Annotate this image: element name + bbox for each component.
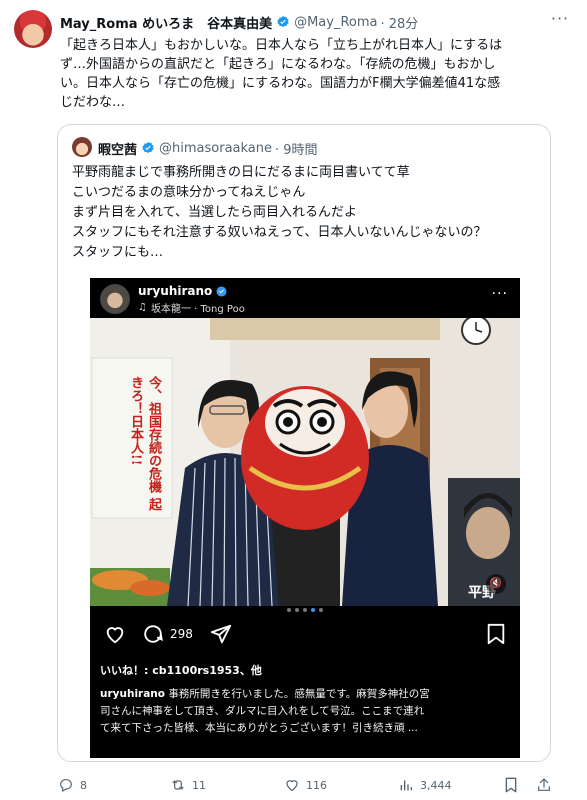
author-handle[interactable]: @May_Roma [294,15,377,30]
repost-button[interactable]: 11 [170,774,206,796]
reply-icon [60,779,72,793]
reply-button[interactable]: 8 [58,774,87,796]
quote-author-avatar[interactable] [72,137,92,157]
ig-caption: uryuhirano 事務所開きを行いました。感無量です。麻賀多神社の宮 司さん… [100,686,510,737]
views-chart-icon [400,780,412,791]
tweet-text-line: 「起きろ日本人」もおかしいな。日本人なら「立ち上がれ日本人」にするは [60,38,503,53]
quote-text: 平野雨龍まじで事務所開きの日にだるまに両目書いてて草 こいつだるまの意味分かって… [72,163,542,263]
ig-likes-text: いいね！: cb1100rs1953、他 [100,664,262,677]
quote-text-line: まず片目を入れて、当選したら両目入れるんだよ [72,205,357,220]
quote-text-line: こいつだるまの意味分かってねえじゃん [72,185,306,200]
author-avatar[interactable] [14,10,52,48]
views-count: 3,444 [420,778,452,792]
tweet-text-line: じだわな… [60,95,126,110]
tweet-text-line: ず…外国語からの直訳だと「起きろ」になるわな。「存続の危機」もおかし [60,57,496,72]
like-button[interactable]: 116 [284,774,327,796]
ig-more-icon: ··· [491,286,508,302]
share-button[interactable] [536,774,558,796]
ig-caption-user: uryuhirano [100,688,165,700]
ig-save-icon [486,622,506,646]
share-icon [538,778,550,791]
carousel-dot [295,608,299,612]
bookmark-icon [505,777,517,793]
quoted-tweet[interactable]: 暇空茜 @himasoraakane · 9時間 平野雨龍まじで事務所開きの日に… [57,124,551,762]
verified-badge-icon [142,141,154,154]
carousel-dots [90,608,520,616]
ig-music-row: ♫ 坂本龍一 · Tong Poo [138,300,245,315]
tweet-time[interactable]: · 28分 [381,13,419,32]
mute-icon: 🔇 [486,574,506,594]
ig-comment: 298 [142,622,193,646]
like-count: 116 [306,778,327,792]
reply-count: 8 [80,778,87,792]
more-options-icon[interactable]: ··· [549,11,571,30]
verified-badge-icon [277,15,289,28]
tweet-header: May_Roma めいろま 谷本真由美 @May_Roma · 28分 [60,12,547,32]
music-note-icon: ♫ [138,302,147,313]
ig-caption-line: て来て下さった皆様、本当にありがとうございます！引き続き頑 ... [100,722,418,734]
carousel-dot [287,608,291,612]
ig-actions: 298 [90,622,520,652]
ig-username: uryuhirano [138,284,213,298]
views-button[interactable]: 3,444 [398,774,452,796]
bookmark-button[interactable] [504,774,524,796]
ig-caption-line: 事務所開きを行いました。感無量です。麻賀多神社の宮 [165,688,430,700]
repost-icon [172,780,184,790]
tweet-actions: 8 11 116 3,444 [58,774,558,796]
ig-caption-line: 司さんに神事をして頂き、ダルマに目入れをして号泣。ここまで連れ [100,705,425,717]
ig-avatar [100,284,130,314]
quote-text-line: スタッフにもそれ注意する奴いねえって、日本人いないんじゃないの？ [72,225,487,240]
repost-count: 11 [192,778,206,792]
tweet-text: 「起きろ日本人」もおかしいな。日本人なら「立ち上がれ日本人」にするは ず…外国語… [60,36,560,112]
ig-verified-icon [216,285,227,297]
ig-poster-text: 今、祖国存続の危機 起きろ！日本人!! [128,376,161,511]
ig-comment-count: 298 [170,627,193,641]
quote-author-handle[interactable]: @himasoraakane [159,141,272,156]
embedded-instagram-image[interactable]: uryuhirano ♫ 坂本龍一 · Tong Poo ··· 今、祖国存続の… [90,278,520,758]
quote-header: 暇空茜 @himasoraakane · 9時間 [98,138,318,158]
heart-icon [286,780,298,792]
quote-author-name[interactable]: 暇空茜 [98,139,137,158]
quote-time[interactable]: · 9時間 [275,139,318,158]
ig-music-label: 坂本龍一 · Tong Poo [150,304,245,315]
quote-text-line: 平野雨龍まじで事務所開きの日にだるまに両目書いてて草 [72,165,410,180]
ig-username-row: uryuhirano [138,284,227,298]
carousel-dot [319,608,323,612]
ig-like-icon [104,622,126,646]
ig-share-icon [210,622,232,646]
tweet-text-line: い。日本人なら「存亡の危機」にするわな。国語力がF欄大学偏差値41な感 [60,76,501,91]
author-name[interactable]: May_Roma めいろま 谷本真由美 [60,13,272,32]
carousel-dot [303,608,307,612]
quote-text-line: スタッフにも… [72,245,164,260]
carousel-dot-active [311,608,315,612]
ig-comment-icon [144,625,163,643]
